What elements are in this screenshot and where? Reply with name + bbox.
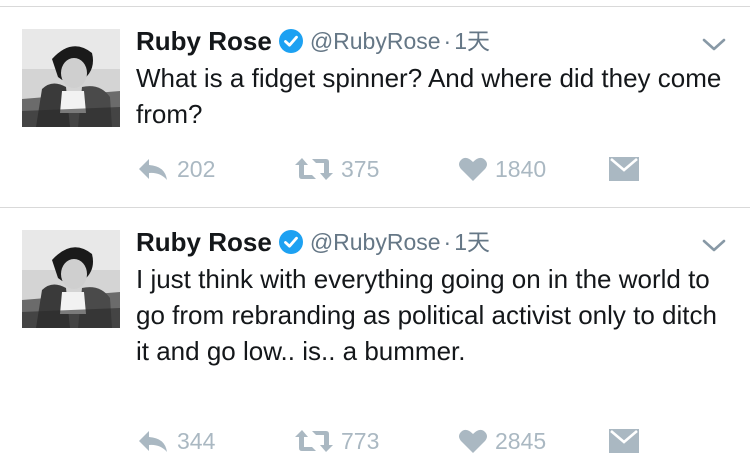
author-name[interactable]: Ruby Rose (136, 227, 272, 257)
retweet-count: 773 (341, 427, 380, 454)
tweet-timestamp[interactable]: 1天 (454, 229, 490, 255)
retweet-button[interactable]: 375 (294, 153, 379, 185)
tweet-timestamp[interactable]: 1天 (454, 28, 490, 54)
avatar[interactable] (22, 230, 120, 328)
tweet-actions: 344 773 2845 (136, 425, 656, 457)
reply-icon (139, 431, 167, 452)
tweet-actions: 202 375 1840 (136, 153, 656, 185)
chevron-down-icon[interactable] (700, 35, 728, 55)
verified-badge-icon (278, 29, 303, 53)
reply-icon (139, 159, 167, 180)
tweet-header: Ruby Rose @RubyRose · 1天 (136, 26, 490, 56)
heart-icon (459, 429, 487, 453)
author-handle[interactable]: @RubyRose (310, 28, 441, 54)
retweet-icon (295, 158, 333, 180)
direct-message-button[interactable] (608, 425, 647, 457)
author-name[interactable]: Ruby Rose (136, 26, 272, 56)
tweet-text: I just think with everything going on in… (136, 264, 717, 366)
like-button[interactable]: 2845 (458, 425, 546, 457)
message-icon (609, 429, 639, 453)
timeline: Ruby Rose @RubyRose · 1天 What is a fidget s… (0, 0, 750, 472)
retweet-button[interactable]: 773 (294, 425, 379, 457)
message-icon (609, 157, 639, 181)
avatar[interactable] (22, 29, 120, 127)
like-button[interactable]: 1840 (458, 153, 546, 185)
heart-icon (459, 157, 487, 181)
verified-badge-icon (278, 230, 303, 254)
retweet-icon (295, 430, 333, 452)
author-handle[interactable]: @RubyRose (310, 229, 441, 255)
tweet-header: Ruby Rose @RubyRose · 1天 (136, 227, 490, 257)
direct-message-button[interactable] (608, 153, 647, 185)
separator-dot: · (443, 229, 452, 255)
chevron-down-icon[interactable] (700, 236, 728, 256)
tweet-text: What is a fidget spinner? And where did … (136, 63, 722, 129)
separator-dot: · (443, 28, 452, 54)
reply-button[interactable]: 202 (136, 153, 215, 185)
reply-button[interactable]: 344 (136, 425, 215, 457)
divider (0, 6, 750, 7)
retweet-count: 375 (341, 155, 380, 182)
reply-count: 344 (177, 427, 216, 454)
like-count: 2845 (495, 427, 547, 454)
reply-count: 202 (177, 155, 216, 182)
like-count: 1840 (495, 155, 547, 182)
divider (0, 207, 750, 208)
